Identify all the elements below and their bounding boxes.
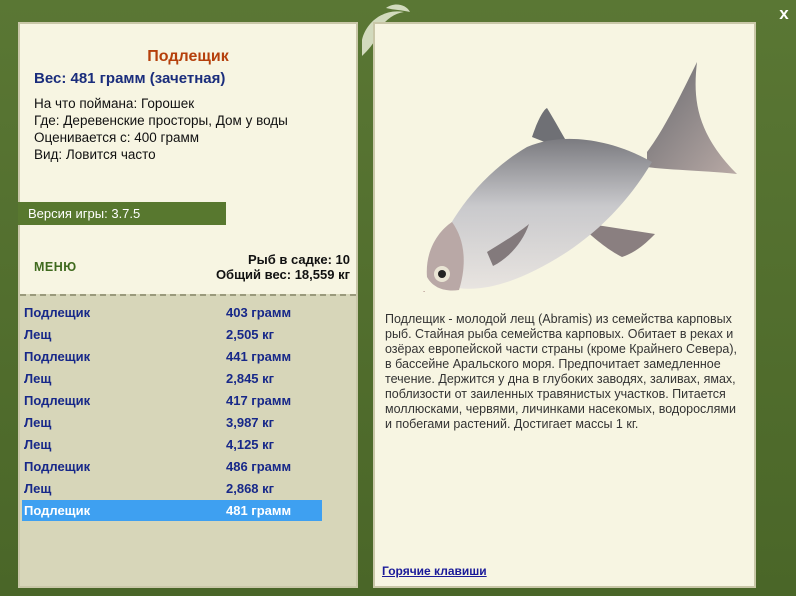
list-item[interactable]: Подлещик 403 грамм xyxy=(22,302,322,323)
fish-weight-value: 441 грамм xyxy=(226,349,292,364)
fish-weight-value: 403 грамм xyxy=(226,305,292,320)
catch-list: Подлещик 403 грамм Лещ 2,505 кг Подлещик 441 … xyxy=(20,294,356,586)
location-info: Где: Деревенские просторы, Дом у воды xyxy=(34,113,288,128)
list-item[interactable]: Лещ 2,868 кг xyxy=(22,478,322,499)
fish-detail-panel: Подлещик - молодой лещ (Abramis) из семе… xyxy=(373,22,756,588)
fish-weight-value: 486 грамм xyxy=(226,459,292,474)
fish-title: Подлещик xyxy=(147,48,229,65)
fish-name: Подлещик xyxy=(24,305,91,320)
version-bar: Версия игры: 3.7.5 xyxy=(18,202,226,225)
list-item[interactable]: Подлещик 441 грамм xyxy=(22,346,322,367)
list-item[interactable]: Лещ 2,505 кг xyxy=(22,324,322,345)
fish-count: Рыб в садке: 10 xyxy=(247,252,350,267)
fish-name: Подлещик xyxy=(24,459,91,474)
fish-weight-value: 4,125 кг xyxy=(226,437,275,452)
fish-weight-value: 417 грамм xyxy=(226,393,292,408)
species-info: Вид: Ловится часто xyxy=(34,147,156,162)
fish-name: Лещ xyxy=(24,371,52,386)
fish-weight-value: 2,505 кг xyxy=(226,327,275,342)
valued-info: Оценивается с: 400 грамм xyxy=(34,130,200,145)
list-item[interactable]: Лещ 2,845 кг xyxy=(22,368,322,389)
list-item[interactable]: Лещ 4,125 кг xyxy=(22,434,322,455)
bait-info: На что поймана: Горошек xyxy=(34,96,195,111)
fish-name: Подлещик xyxy=(24,503,91,518)
fish-weight: Вес: 481 грамм (зачетная) xyxy=(34,70,226,87)
hotkeys-link[interactable]: Горячие клавиши xyxy=(382,564,487,578)
divider xyxy=(20,294,356,296)
fish-name: Подлещик xyxy=(24,349,91,364)
list-item[interactable]: Подлещик 486 грамм xyxy=(22,456,322,477)
fish-name: Лещ xyxy=(24,437,52,452)
list-item[interactable]: Подлещик 481 грамм xyxy=(22,500,322,521)
fish-name: Лещ xyxy=(24,481,52,496)
fish-name: Подлещик xyxy=(24,393,91,408)
fish-description: Подлещик - молодой лещ (Abramis) из семе… xyxy=(385,312,737,431)
fish-info-panel: Подлещик Вес: 481 грамм (зачетная) На чт… xyxy=(18,22,358,588)
fish-weight-value: 3,987 кг xyxy=(226,415,275,430)
fish-name: Лещ xyxy=(24,327,52,342)
fish-weight-value: 481 грамм xyxy=(226,503,292,518)
total-weight: Общий вес: 18,559 кг xyxy=(215,267,350,282)
fish-weight-value: 2,868 кг xyxy=(226,481,275,496)
menu-button[interactable]: МЕНЮ xyxy=(34,260,77,274)
list-item[interactable]: Лещ 3,987 кг xyxy=(22,412,322,433)
fish-image xyxy=(423,62,737,292)
fish-weight-value: 2,845 кг xyxy=(226,371,275,386)
close-button[interactable]: x xyxy=(774,4,794,24)
list-item[interactable]: Подлещик 417 грамм xyxy=(22,390,322,411)
fish-name: Лещ xyxy=(24,415,52,430)
